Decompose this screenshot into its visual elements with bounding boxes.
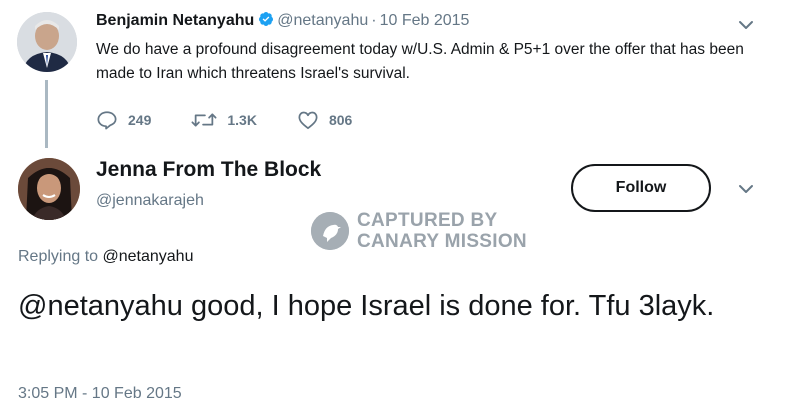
- reply-count: 249: [128, 112, 152, 128]
- chevron-down-icon[interactable]: [738, 20, 754, 30]
- replying-to-user-link[interactable]: @netanyahu: [103, 248, 194, 265]
- avatar-netanyahu[interactable]: [17, 12, 77, 72]
- follow-button[interactable]: Follow: [571, 164, 711, 212]
- parent-author-handle[interactable]: @netanyahu: [277, 12, 368, 29]
- like-count: 806: [328, 112, 353, 128]
- main-tweet-text: @netanyahu good, I hope Israel is done f…: [18, 290, 715, 322]
- parent-tweet-text: We do have a profound disagreement today…: [96, 41, 744, 82]
- replying-to-label: Replying to: [18, 248, 99, 265]
- main-author-name[interactable]: Jenna From The Block: [96, 158, 321, 182]
- parent-tweet-actions: 249 1.3K 806: [96, 110, 392, 130]
- canary-mission-watermark: CAPTURED BY CANARY MISSION: [311, 210, 527, 252]
- parent-tweet-header: Benjamin Netanyahu @netanyahu · 10 Feb 2015: [96, 11, 469, 32]
- watermark-line-2: CANARY MISSION: [357, 231, 527, 252]
- canary-logo-icon: [311, 212, 349, 250]
- parent-tweet-date[interactable]: 10 Feb 2015: [380, 12, 470, 29]
- main-tweet-timestamp[interactable]: 3:05 PM - 10 Feb 2015: [18, 385, 182, 403]
- parent-author-name[interactable]: Benjamin Netanyahu: [96, 12, 254, 29]
- heart-icon: [298, 111, 318, 130]
- thread-connector-line: [45, 80, 48, 148]
- watermark-text: CAPTURED BY CANARY MISSION: [357, 210, 527, 252]
- retweet-count: 1.3K: [227, 112, 257, 128]
- header-separator: ·: [371, 12, 377, 29]
- replying-to-line: Replying to @netanyahu: [18, 248, 193, 266]
- retweet-icon: [191, 113, 217, 127]
- main-author-handle[interactable]: @jennakarajeh: [96, 192, 204, 210]
- retweet-action[interactable]: 1.3K: [191, 111, 257, 129]
- chevron-down-icon[interactable]: [738, 184, 754, 194]
- avatar-jenna[interactable]: [18, 158, 80, 220]
- like-action[interactable]: 806: [297, 110, 352, 130]
- watermark-line-1: CAPTURED BY: [357, 210, 498, 231]
- reply-icon: [97, 111, 117, 130]
- reply-action[interactable]: 249: [96, 110, 151, 130]
- verified-badge-icon: [258, 11, 274, 32]
